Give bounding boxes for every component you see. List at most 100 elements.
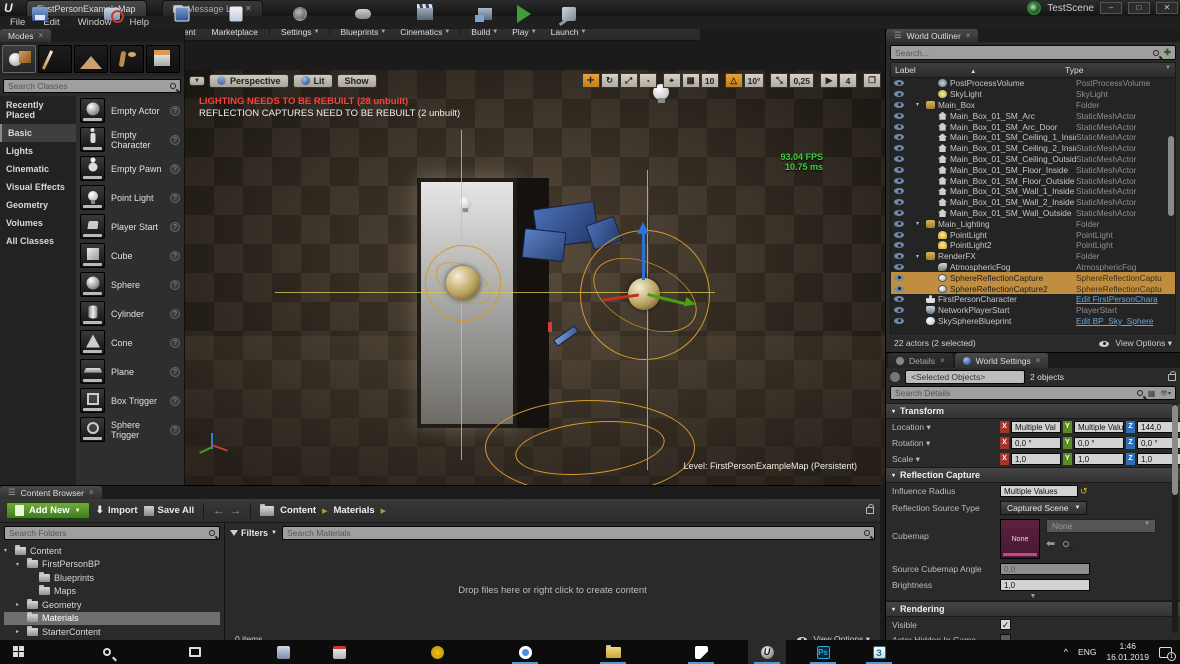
visibility-eye-icon[interactable] — [894, 199, 904, 206]
help-icon[interactable]: ? — [170, 192, 180, 203]
mode-geometry-button[interactable] — [146, 45, 180, 73]
taskbar-app-3dsmax[interactable]: З — [860, 640, 898, 664]
dropdown-caret-icon[interactable]: ▼ — [444, 29, 450, 35]
actor-type[interactable]: StaticMeshActor — [1076, 197, 1175, 207]
mode-place-button[interactable] — [2, 45, 36, 73]
help-icon[interactable]: ? — [170, 134, 180, 145]
notification-icon[interactable]: 1 — [1159, 646, 1176, 661]
dropdown-caret-icon[interactable]: ▼ — [492, 29, 498, 35]
use-selected-icon[interactable]: ⬅ — [1046, 537, 1055, 550]
outliner-row[interactable]: SphereReflectionCapture2 SphereReflectio… — [891, 283, 1175, 294]
actor-type[interactable]: Folder — [1076, 219, 1175, 229]
outliner-search-input[interactable]: Search... ✚ — [890, 45, 1176, 60]
help-icon[interactable]: ? — [170, 279, 180, 290]
actor-type[interactable]: SkyLight — [1076, 89, 1175, 99]
outliner-row[interactable]: FirstPersonCharacter Edit FirstPersonCha… — [891, 294, 1175, 305]
visibility-eye-icon[interactable] — [894, 80, 904, 87]
placement-item[interactable]: Empty Character ? — [76, 125, 184, 154]
outliner-row[interactable]: PointLight PointLight — [891, 229, 1175, 240]
gizmo-z-axis[interactable] — [642, 232, 645, 280]
taskbar-app-explorer[interactable] — [594, 640, 632, 664]
placement-item[interactable]: Player Start ? — [76, 212, 184, 241]
visibility-eye-icon[interactable] — [894, 145, 904, 152]
placement-category[interactable]: Geometry — [0, 196, 76, 214]
y-value-field[interactable]: 0,0 ° — [1074, 437, 1124, 449]
tab-content-browser[interactable]: ☰ Content Browser × — [0, 486, 102, 499]
outliner-row[interactable]: ▾ Main_Box Folder — [891, 100, 1175, 111]
world-local-toggle[interactable]: ◔ — [638, 73, 657, 88]
maximize-button[interactable]: □ — [1128, 2, 1150, 14]
browse-icon[interactable] — [1063, 540, 1070, 547]
surface-snap-button[interactable]: ⌖ — [662, 73, 681, 88]
help-icon[interactable]: ? — [170, 250, 180, 261]
actor-type[interactable]: StaticMeshActor — [1076, 208, 1175, 218]
content-browser-close-icon[interactable]: × — [89, 488, 94, 497]
modes-close-icon[interactable]: × — [39, 31, 44, 40]
folder-tree-item[interactable]: ▾ FirstPersonBP — [4, 558, 220, 572]
visibility-eye-icon[interactable] — [894, 155, 904, 162]
taskbar-app-chrome[interactable] — [506, 640, 544, 664]
folder-tree-item[interactable]: Maps — [4, 585, 220, 599]
taskbar-app-afterburner[interactable] — [418, 640, 456, 664]
outliner-row[interactable]: PostProcessVolume PostProcessVolume — [891, 78, 1175, 89]
outliner-row[interactable]: SkyLight SkyLight — [891, 89, 1175, 100]
scale-snap-button[interactable]: ⤡ — [770, 73, 789, 88]
placement-category[interactable]: Recently Placed — [0, 96, 76, 124]
actor-type[interactable]: SphereReflectionCaptu — [1076, 284, 1175, 294]
dropdown-caret-icon[interactable]: ▼ — [581, 29, 587, 35]
placement-item[interactable]: Empty Actor ? — [76, 96, 184, 125]
angle-snap-button[interactable]: △ — [724, 73, 743, 88]
y-value-field[interactable]: Multiple Valu — [1074, 421, 1124, 433]
language-indicator[interactable]: ENG — [1078, 647, 1096, 657]
reflection-section-header[interactable]: ▾ Reflection Capture — [886, 467, 1180, 483]
visibility-eye-icon[interactable] — [894, 101, 904, 108]
actor-type[interactable]: PlayerStart — [1076, 305, 1175, 315]
expand-arrow-icon[interactable]: ▸ — [16, 601, 23, 608]
placement-thumbnail[interactable] — [80, 127, 105, 152]
breadcrumb-current[interactable]: Materials — [333, 505, 374, 516]
outliner-row[interactable]: Main_Box_01_SM_Wall_Outside StaticMeshAc… — [891, 208, 1175, 219]
column-type[interactable]: Type — [1065, 65, 1083, 75]
cubemap-dropdown[interactable]: None ▼ — [1046, 519, 1156, 533]
visibility-eye-icon[interactable] — [894, 220, 904, 227]
sort-arrow-icon[interactable]: ▲ — [970, 69, 976, 75]
save-all-button[interactable]: Save All — [143, 505, 194, 516]
actor-type[interactable]: StaticMeshActor — [1076, 143, 1175, 153]
visibility-eye-icon[interactable] — [894, 91, 904, 98]
perspective-button[interactable]: Perspective — [208, 73, 289, 88]
camera-speed-button[interactable]: ▶ — [820, 73, 838, 88]
brightness-field[interactable]: 1,0 — [1000, 579, 1090, 591]
outliner-row[interactable]: ▾ RenderFX Folder — [891, 251, 1175, 262]
visibility-eye-icon[interactable] — [894, 242, 904, 249]
taskbar-app-notepad[interactable] — [682, 640, 720, 664]
visibility-eye-icon[interactable] — [894, 123, 904, 130]
transform-row-label[interactable]: Location ▾ — [892, 422, 1000, 433]
lit-button[interactable]: Lit — [292, 73, 333, 88]
actor-type[interactable]: StaticMeshActor — [1076, 111, 1175, 121]
placement-item[interactable]: Sphere ? — [76, 270, 184, 299]
visible-checkbox[interactable]: ✓ — [1000, 619, 1011, 630]
outliner-row[interactable]: Main_Box_01_SM_Wall_2_Inside StaticMeshA… — [891, 197, 1175, 208]
actor-type[interactable]: Folder — [1076, 100, 1175, 110]
taskbar-search-button[interactable] — [88, 640, 126, 664]
outliner-row[interactable]: Main_Box_01_SM_Arc_Door StaticMeshActor — [891, 121, 1175, 132]
outliner-row[interactable]: Main_Box_01_SM_Floor_Outside StaticMeshA… — [891, 175, 1175, 186]
maximize-viewport-button[interactable]: ❐ — [863, 73, 881, 88]
placement-thumbnail[interactable] — [80, 185, 105, 210]
placement-thumbnail[interactable] — [80, 272, 105, 297]
placement-thumbnail[interactable] — [80, 243, 105, 268]
expand-more-button[interactable]: ▼ — [886, 593, 1180, 601]
tab-details[interactable]: Details × — [888, 353, 953, 368]
placement-category[interactable]: Visual Effects — [0, 178, 76, 196]
selected-objects-dropdown[interactable]: <Selected Objects> — [905, 370, 1025, 384]
actor-type[interactable]: PointLight — [1076, 230, 1175, 240]
content-lock-icon[interactable] — [866, 504, 874, 514]
tray-expand-icon[interactable]: ^ — [1064, 647, 1068, 657]
placement-item[interactable]: Cube ? — [76, 241, 184, 270]
folder-tree-item[interactable]: Blueprints — [4, 571, 220, 585]
placement-thumbnail[interactable] — [80, 330, 105, 355]
influence-radius-field[interactable]: Multiple Values — [1000, 485, 1078, 497]
x-value-field[interactable]: 1,0 — [1011, 453, 1061, 465]
lighting-warning[interactable]: LIGHTING NEEDS TO BE REBUILT (28 unbuilt… — [199, 96, 408, 107]
back-button[interactable]: ← — [213, 505, 224, 517]
